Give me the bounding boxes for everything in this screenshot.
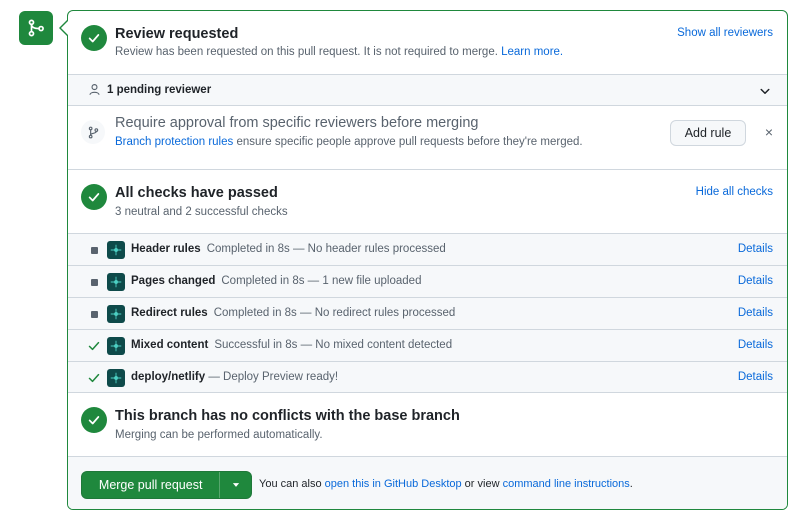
check-name: Header rules Completed in 8s — No header … (131, 243, 446, 255)
details-link[interactable]: Details (738, 243, 773, 255)
check-name-text: Mixed content (131, 339, 209, 351)
conflicts-status (81, 407, 107, 433)
check-description: Completed in 8s — 1 new file uploaded (221, 275, 422, 287)
merge-alternatives-text: You can also open this in GitHub Desktop… (259, 478, 633, 490)
review-section: Review requested Review has been request… (68, 11, 787, 74)
caret-down-icon[interactable] (219, 472, 251, 498)
netlify-icon (107, 337, 125, 355)
checks-status (81, 184, 107, 210)
review-subtitle-text: Review has been requested on this pull r… (115, 46, 498, 58)
box-pointer-fill (61, 21, 68, 35)
git-merge-icon (27, 19, 45, 37)
neutral-status-icon (88, 308, 100, 320)
branch-protection-rules-link[interactable]: Branch protection rules (115, 136, 233, 148)
require-approval-description: ensure specific people approve pull requ… (233, 136, 583, 148)
check-name: deploy/netlify — Deploy Preview ready! (131, 371, 338, 383)
conflicts-title: This branch has no conflicts with the ba… (115, 408, 460, 424)
merge-button-label: Merge pull request (98, 478, 203, 492)
neutral-status-icon (88, 244, 100, 256)
footer-middle: or view (461, 478, 503, 490)
check-row: Pages changed Completed in 8s — 1 new fil… (68, 265, 787, 297)
check-description: — Deploy Preview ready! (205, 371, 339, 383)
person-icon (88, 83, 101, 96)
neutral-status-icon (88, 276, 100, 288)
require-approval-section: Require approval from specific reviewers… (68, 105, 787, 169)
check-icon (87, 190, 101, 204)
command-line-instructions-link[interactable]: command line instructions (503, 478, 630, 490)
pending-reviewer-bar[interactable]: 1 pending reviewer (68, 74, 787, 105)
conflicts-section: This branch has no conflicts with the ba… (68, 392, 787, 456)
check-description: Completed in 8s — No redirect rules proc… (213, 307, 456, 319)
check-row: deploy/netlify — Deploy Preview ready! D… (68, 361, 787, 393)
check-description: Completed in 8s — No header rules proces… (206, 243, 446, 255)
git-branch-icon (87, 126, 100, 139)
checks-title: All checks have passed (115, 185, 278, 201)
check-icon (87, 31, 101, 45)
checks-section: All checks have passed 3 neutral and 2 s… (68, 169, 787, 233)
checks-subtitle: 3 neutral and 2 successful checks (115, 206, 288, 218)
learn-more-link[interactable]: Learn more. (501, 46, 563, 58)
details-link[interactable]: Details (738, 339, 773, 351)
netlify-icon (107, 241, 125, 259)
footer-prefix: You can also (259, 478, 325, 490)
require-approval-text: Branch protection rules ensure specific … (115, 136, 583, 148)
merge-status-badge (19, 11, 53, 45)
add-rule-button[interactable]: Add rule (670, 120, 746, 146)
github-desktop-link[interactable]: open this in GitHub Desktop (325, 478, 462, 490)
details-link[interactable]: Details (738, 371, 773, 383)
check-name-text: Redirect rules (131, 307, 208, 319)
review-subtitle: Review has been requested on this pull r… (115, 46, 563, 58)
check-name-text: deploy/netlify (131, 371, 206, 383)
close-icon[interactable]: × (765, 124, 773, 140)
review-title: Review requested (115, 26, 239, 42)
success-check-icon (88, 340, 100, 352)
check-name: Redirect rules Completed in 8s — No redir… (131, 307, 455, 319)
netlify-icon (107, 273, 125, 291)
check-name-text: Pages changed (131, 275, 216, 287)
conflicts-subtitle: Merging can be performed automatically. (115, 429, 323, 441)
merge-pull-request-button[interactable]: Merge pull request (81, 471, 252, 499)
footer-suffix: . (629, 478, 633, 490)
show-all-reviewers-link[interactable]: Show all reviewers (677, 27, 773, 39)
check-row: Mixed content Successful in 8s — No mixed… (68, 329, 787, 361)
hide-all-checks-link[interactable]: Hide all checks (696, 186, 773, 198)
review-status (81, 25, 107, 51)
check-name-text: Header rules (131, 243, 201, 255)
merge-box: Review requested Review has been request… (67, 10, 788, 510)
check-icon (87, 413, 101, 427)
check-name: Mixed content Successful in 8s — No mixed… (131, 339, 452, 351)
check-row: Header rules Completed in 8s — No header … (68, 233, 787, 265)
check-description: Successful in 8s — No mixed content dete… (214, 339, 453, 351)
merge-footer: Merge pull request You can also open thi… (68, 456, 787, 509)
success-check-icon (88, 372, 100, 384)
pending-reviewer-label: 1 pending reviewer (107, 84, 212, 96)
netlify-icon (107, 305, 125, 323)
branch-icon-circle (81, 120, 105, 144)
check-row: Redirect rules Completed in 8s — No redir… (68, 297, 787, 329)
details-link[interactable]: Details (738, 275, 773, 287)
chevron-down-icon[interactable] (759, 85, 771, 97)
check-name: Pages changed Completed in 8s — 1 new fil… (131, 275, 421, 287)
netlify-icon (107, 369, 125, 387)
details-link[interactable]: Details (738, 307, 773, 319)
require-approval-title: Require approval from specific reviewers… (115, 115, 479, 131)
